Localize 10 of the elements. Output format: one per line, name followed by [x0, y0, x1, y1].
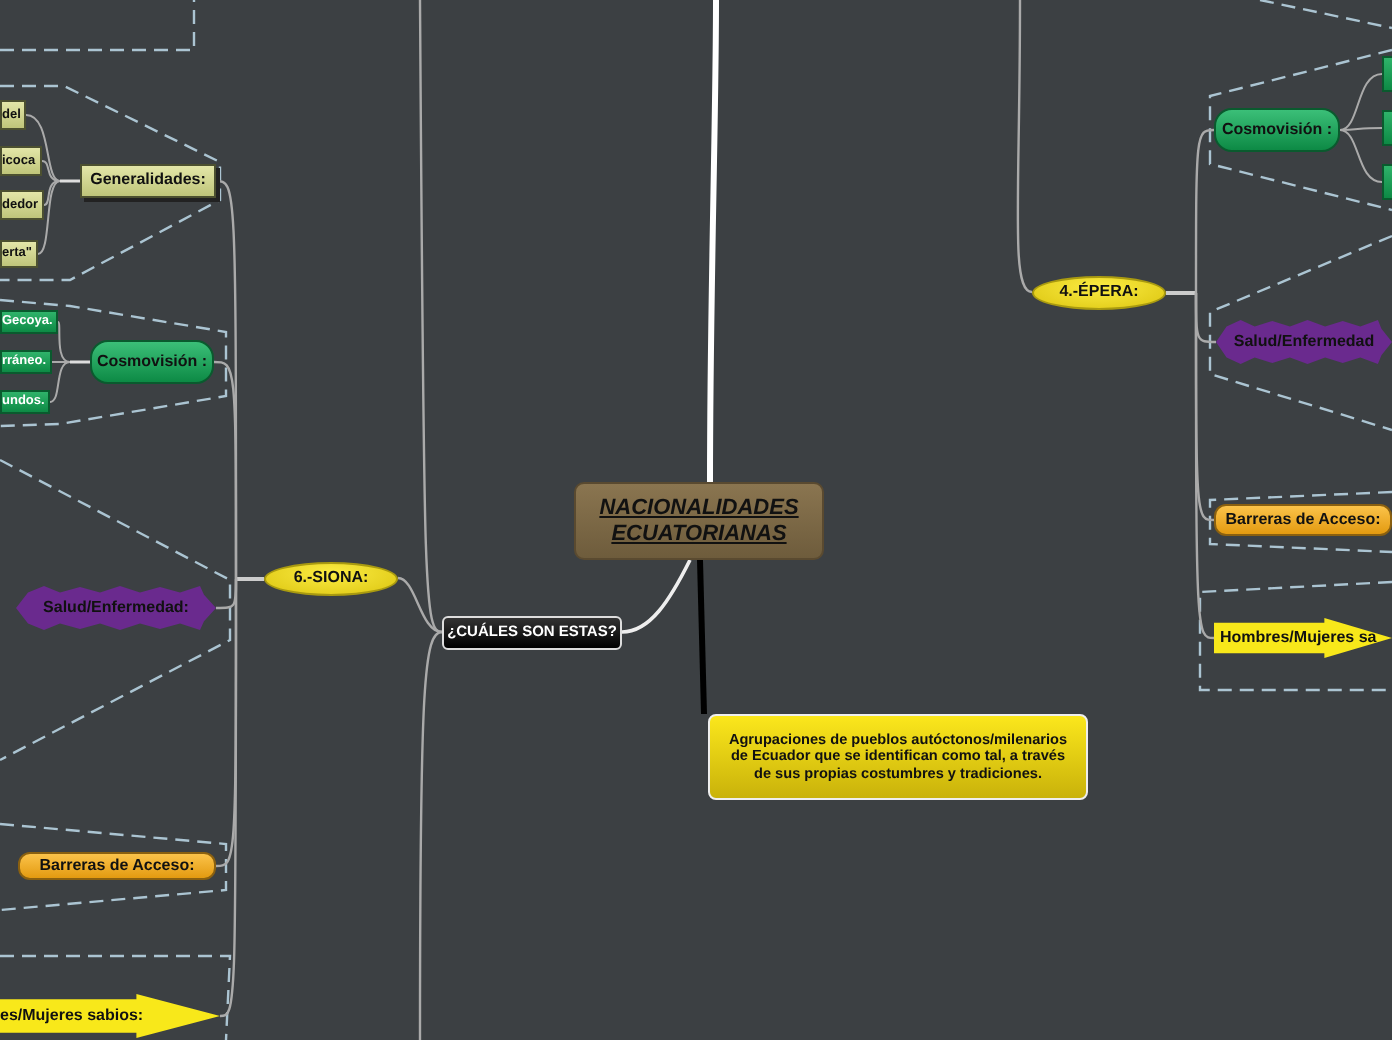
- connector-line: [621, 559, 692, 634]
- topic-node[interactable]: Barreras de Acceso:: [18, 852, 216, 880]
- topic-node[interactable]: 4.-ÉPERA:: [1032, 276, 1166, 310]
- topic-node[interactable]: Cosmovisión :: [1214, 108, 1340, 152]
- topic-node[interactable]: Barreras de Acceso:: [1214, 504, 1392, 536]
- central-topic[interactable]: NACIONALIDADES ECUATORIANAS: [574, 482, 824, 560]
- dashed-boundary: [1259, 0, 1392, 30]
- topic-node[interactable]: Cosmovisión :: [90, 340, 214, 384]
- topic-node[interactable]: Generalidades:: [80, 164, 216, 198]
- topic-node[interactable]: 6.-SIONA:: [264, 562, 398, 596]
